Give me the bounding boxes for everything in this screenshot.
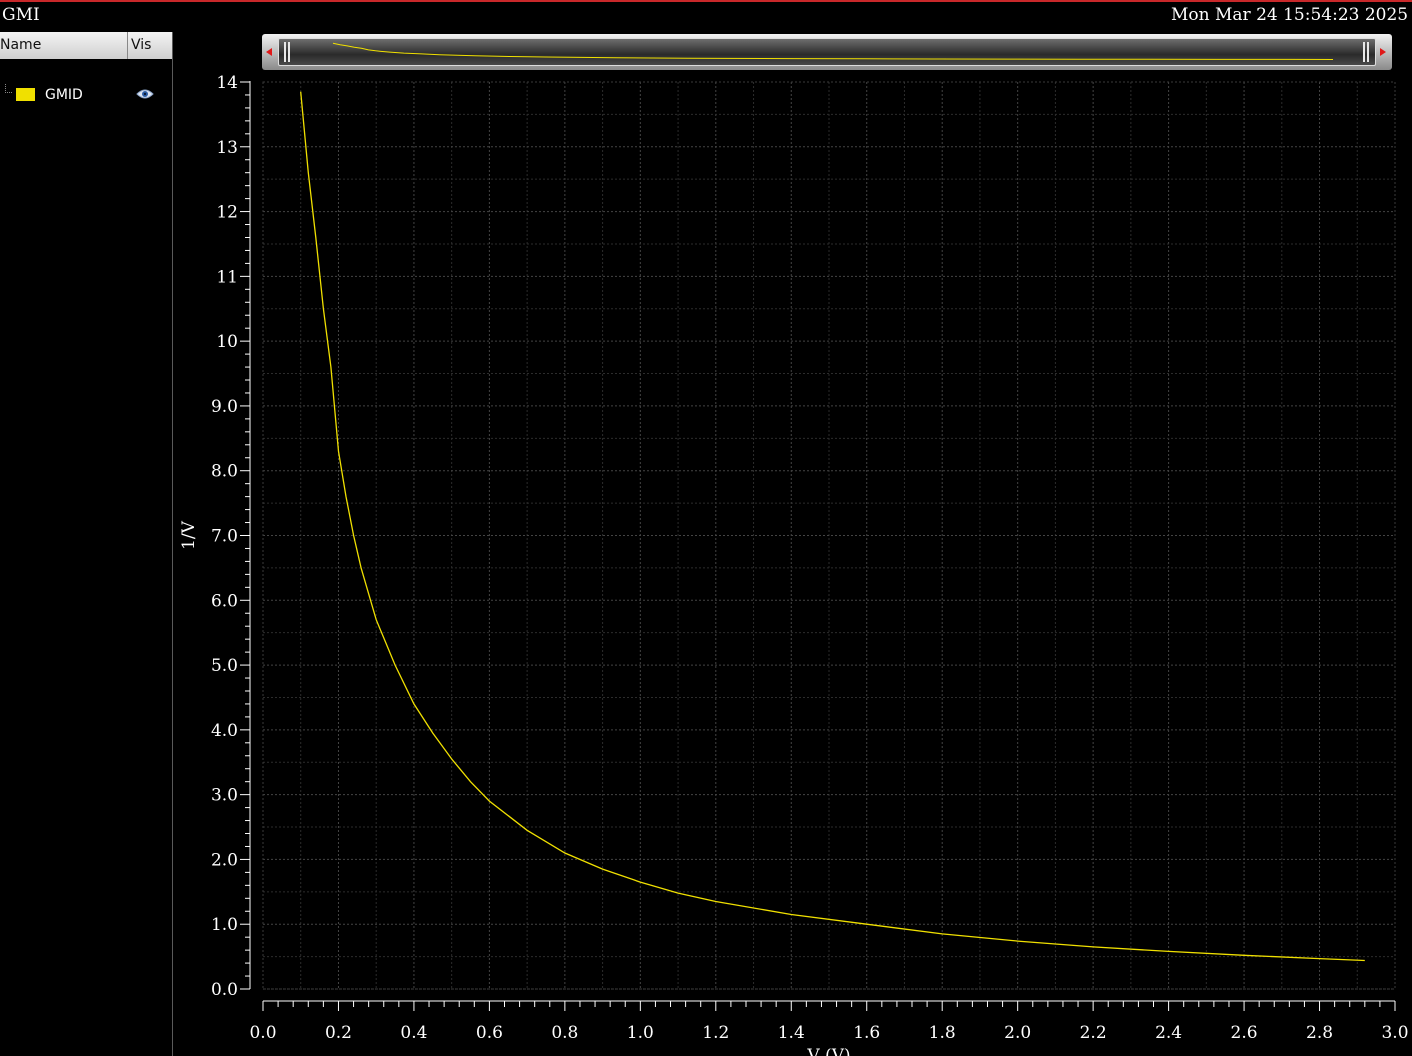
y-tick-label: 2.0 [211,850,238,870]
eye-icon[interactable] [136,88,154,100]
x-tick-label: 1.2 [702,1023,729,1043]
y-tick-label: 9.0 [211,397,238,417]
x-tick-label: 2.0 [1004,1023,1031,1043]
window-title: GMI [2,5,40,25]
y-tick-label: 5.0 [211,656,238,676]
signal-list-panel: Name Vis GMID [0,32,173,1056]
y-tick-label: 3.0 [211,786,238,806]
y-tick-label: 10 [216,332,238,352]
plot-grid [262,81,1396,990]
scroller-right-handle[interactable] [1362,42,1370,62]
signal-row-gmid[interactable]: GMID [0,82,172,108]
scroller-left-handle[interactable] [283,42,291,62]
x-tick-label: 2.8 [1306,1023,1333,1043]
y-tick-label: 4.0 [211,721,238,741]
x-axis-label: V (V) [806,1046,850,1056]
y-tick-label: 13 [216,138,238,158]
timestamp: Mon Mar 24 15:54:23 2025 [1171,5,1409,25]
y-tick-label: 14 [216,73,238,93]
x-tick-label: 2.6 [1231,1023,1258,1043]
x-tick-label: 1.8 [929,1023,956,1043]
overview-trace [332,42,1334,60]
overview-series-line [332,42,1334,60]
plot-axes: 0.0 1.0 2.0 3.0 4.0 5.0 6.0 7.0 8.0 9.0 10 11 12 13 14… [211,73,1409,1043]
x-tick-label: 0.4 [400,1023,427,1043]
x-tick-label: 1.6 [853,1023,880,1043]
waveform-plot[interactable]: 0.0 1.0 2.0 3.0 4.0 5.0 6.0 7.0 8.0 9.0 10 11 12 13 14… [174,70,1412,1056]
x-tick-label: 3.0 [1381,1023,1408,1043]
y-tick-label: 12 [216,203,238,223]
x-tick-label: 0.2 [325,1023,352,1043]
x-tick-label: 0.6 [476,1023,503,1043]
arrow-left-icon[interactable] [266,48,272,56]
arrow-right-icon[interactable] [1380,48,1386,56]
y-axis-label: 1/V [179,520,199,550]
y-tick-label: 7.0 [211,527,238,547]
y-tick-label: 1.0 [211,915,238,935]
x-tick-label: 1.0 [627,1023,654,1043]
signal-list-header: Name Vis [0,32,172,59]
x-tick-label: 0.0 [249,1023,276,1043]
x-tick-label: 2.4 [1155,1023,1182,1043]
signal-label[interactable]: GMID [45,85,83,105]
tree-branch-line [5,84,12,93]
x-tick-label: 2.2 [1080,1023,1107,1043]
series-line-gmid[interactable] [300,91,1365,962]
column-header-vis[interactable]: Vis [131,32,151,59]
column-header-name[interactable]: Name [0,32,128,59]
x-tick-label: 0.8 [551,1023,578,1043]
plot-traces [300,91,1365,962]
y-tick-label: 0.0 [211,980,238,1000]
y-tick-label: 6.0 [211,591,238,611]
y-tick-label: 8.0 [211,462,238,482]
y-tick-label: 11 [216,267,238,287]
window-top-border [0,0,1412,2]
x-tick-label: 1.4 [778,1023,805,1043]
signal-color-swatch [16,88,35,101]
